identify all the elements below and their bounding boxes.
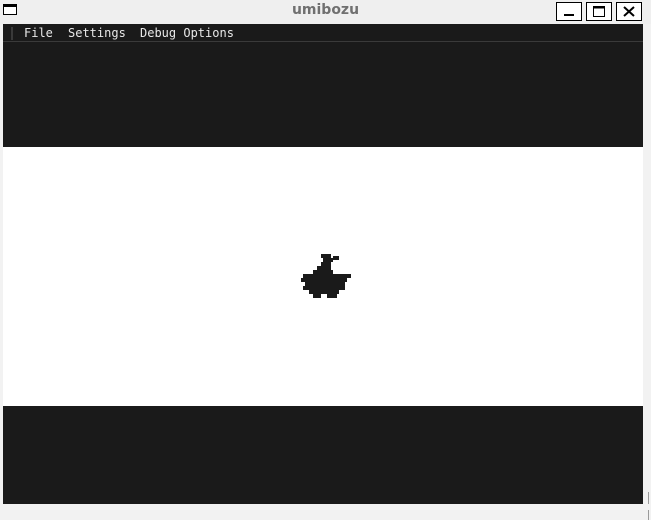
window-frame-right xyxy=(643,24,651,520)
maximize-button[interactable] xyxy=(586,2,612,21)
close-button[interactable] xyxy=(616,2,642,21)
maximize-icon xyxy=(593,6,605,17)
minimize-icon xyxy=(564,14,574,16)
game-playfield xyxy=(3,147,643,406)
menu-bar: File Settings Debug Options xyxy=(3,24,643,42)
window-frame-bottom xyxy=(0,504,651,510)
umibozu-sprite xyxy=(301,254,351,298)
menu-debug-options[interactable]: Debug Options xyxy=(140,26,234,40)
close-icon xyxy=(623,6,635,17)
menu-file[interactable]: File xyxy=(24,26,53,40)
window-title: umibozu xyxy=(291,2,360,18)
title-bar[interactable]: umibozu xyxy=(0,0,651,24)
menu-settings[interactable]: Settings xyxy=(68,26,126,40)
game-viewport[interactable]: File Settings Debug Options xyxy=(3,24,643,504)
minimize-button[interactable] xyxy=(556,2,582,21)
menu-grip xyxy=(11,27,13,40)
